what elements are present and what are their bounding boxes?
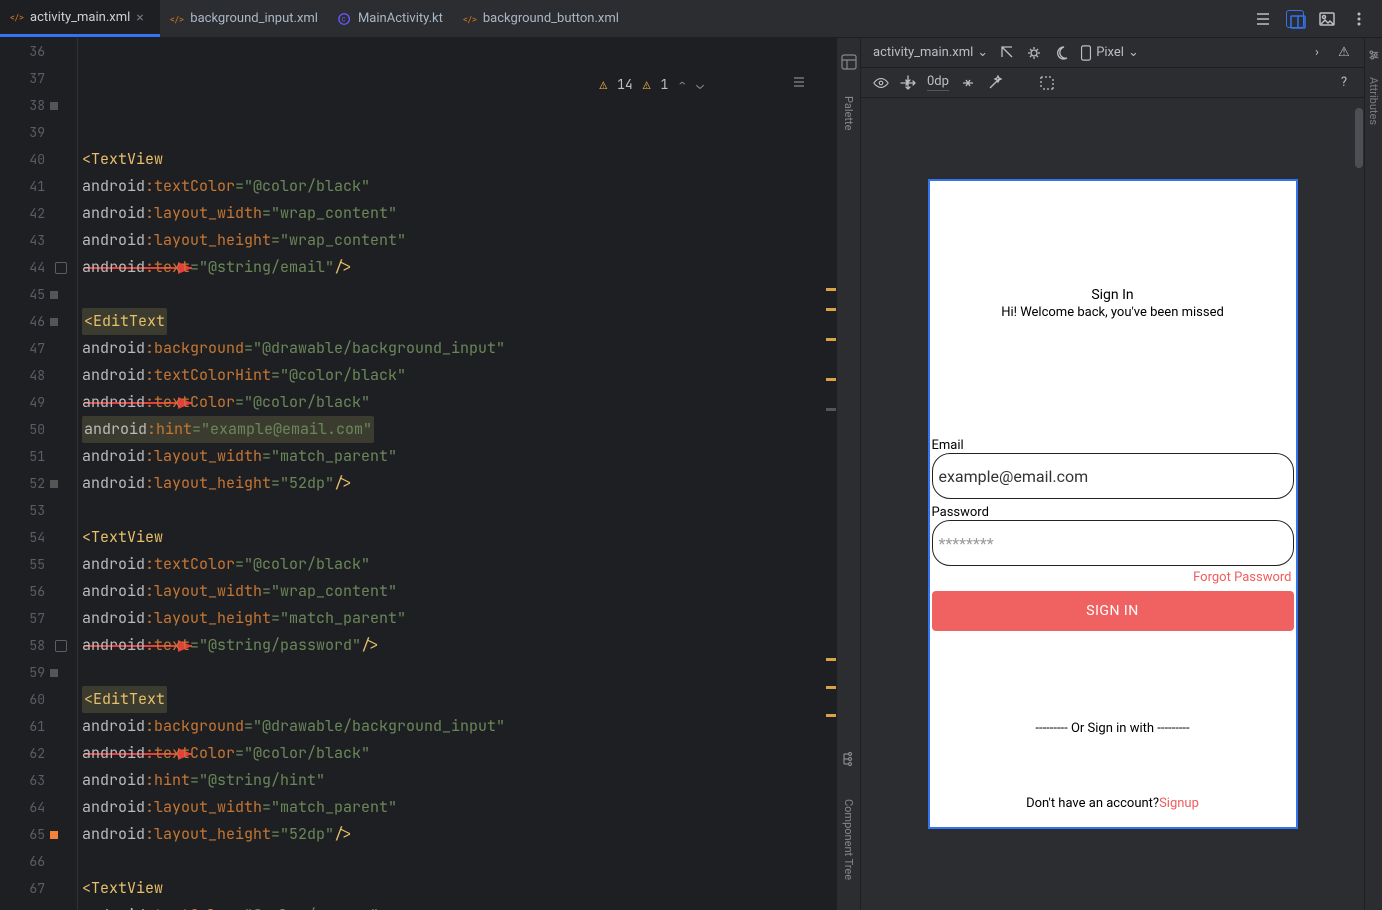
prev-highlight-icon[interactable]: ⌃ — [678, 71, 686, 98]
device-dropdown[interactable]: Pixel ⌄ — [1080, 45, 1139, 61]
warning-icon: ⚠ — [599, 71, 607, 98]
tab-label: activity_main.xml — [30, 10, 130, 25]
editor-code-area[interactable]: ⚠14 ⚠1 ⌃ ⌄ <TextView android:textColor="… — [78, 38, 826, 910]
tab-activity-main[interactable]: </> activity_main.xml × — [0, 0, 160, 37]
settings-icon[interactable] — [1367, 48, 1381, 65]
editor-tabs-bar: </> activity_main.xml × </> background_i… — [0, 0, 1382, 38]
tab-label: MainActivity.kt — [358, 11, 443, 26]
design-view-icon[interactable] — [1318, 10, 1336, 28]
night-mode-icon[interactable] — [1053, 45, 1069, 61]
warning-count: 14 — [617, 71, 633, 98]
preview-toolbar-top: activity_main.xml ⌄ Pixel ⌄ › ⚠ — [861, 38, 1364, 68]
code-view-icon[interactable] — [1254, 10, 1272, 28]
margin-value: 0dp — [927, 74, 949, 89]
xml-file-icon: </> — [10, 10, 24, 24]
chevron-down-icon: ⌄ — [1128, 45, 1139, 60]
tab-background-input[interactable]: </> background_input.xml — [160, 0, 328, 37]
tab-main-activity[interactable]: c MainActivity.kt — [328, 0, 453, 37]
split-view-icon[interactable] — [1286, 10, 1304, 28]
no-account-label: Don't have an account? — [1026, 796, 1159, 811]
signin-title: Sign In — [932, 287, 1294, 303]
error-stripe[interactable] — [826, 38, 836, 910]
pan-icon[interactable] — [900, 75, 916, 91]
guidelines-icon[interactable] — [1039, 75, 1055, 91]
inspection-widget[interactable]: ⚠ 14 ⚠ 1 ⌃ ⌄ — [599, 44, 806, 125]
svg-text:</>: </> — [10, 13, 24, 24]
signup-link[interactable]: Signup — [1159, 796, 1199, 811]
component-tree-tab-label[interactable]: Component Tree — [842, 799, 855, 880]
palette-tab-label[interactable]: Palette — [842, 96, 855, 130]
clear-constraints-icon[interactable] — [960, 75, 976, 91]
svg-text:</>: </> — [170, 14, 184, 25]
orientation-icon[interactable] — [999, 45, 1015, 61]
magic-wand-icon[interactable] — [987, 75, 1003, 91]
lines-icon[interactable] — [714, 44, 806, 125]
attributes-panel: Attributes — [1364, 38, 1382, 910]
password-placeholder: ******** — [939, 534, 994, 553]
svg-text:</>: </> — [463, 14, 477, 25]
file-dropdown[interactable]: activity_main.xml ⌄ — [873, 45, 988, 60]
device-icon — [1080, 45, 1092, 61]
component-tree-icon[interactable] — [841, 751, 857, 771]
password-field[interactable]: ******** — [932, 520, 1294, 566]
tab-label: background_button.xml — [483, 11, 619, 26]
svg-text:c: c — [341, 14, 345, 23]
code-editor[interactable]: 3637383940414243444546474849505152535455… — [0, 38, 836, 910]
close-icon[interactable]: × — [136, 10, 150, 24]
scrollbar-thumb[interactable] — [1355, 108, 1363, 168]
default-margin[interactable]: 0dp — [927, 74, 949, 91]
view-options-icon[interactable] — [873, 75, 889, 91]
next-highlight-icon[interactable]: ⌄ — [696, 71, 704, 98]
layout-preview-pane: activity_main.xml ⌄ Pixel ⌄ › ⚠ — [860, 38, 1364, 910]
signin-button[interactable]: SIGN IN — [932, 591, 1294, 631]
chevron-down-icon: ⌄ — [977, 45, 988, 60]
more-menu-icon[interactable] — [1350, 10, 1368, 28]
email-field[interactable]: example@email.com — [932, 453, 1294, 499]
preview-scrollbar[interactable] — [1354, 98, 1364, 910]
next-icon[interactable]: › — [1309, 45, 1325, 61]
preview-canvas[interactable]: Sign In Hi! Welcome back, you've been mi… — [861, 98, 1364, 910]
preview-toolbar-bottom: 0dp ? — [861, 68, 1364, 98]
xml-file-icon: </> — [463, 12, 477, 26]
tab-label: background_input.xml — [190, 11, 318, 26]
no-account-text: Don't have an account?Signup — [932, 796, 1294, 811]
password-label: Password — [932, 505, 1294, 520]
attributes-tab-label[interactable]: Attributes — [1367, 77, 1380, 125]
kotlin-file-icon: c — [338, 12, 352, 26]
theme-icon[interactable] — [1026, 45, 1042, 61]
device-dropdown-label: Pixel — [1096, 45, 1124, 60]
palette-panel: Palette Component Tree — [836, 38, 860, 910]
tab-background-button[interactable]: </> background_button.xml — [453, 0, 629, 37]
signin-subtitle: Hi! Welcome back, you've been missed — [932, 305, 1294, 320]
warning-icon[interactable]: ⚠ — [1336, 45, 1352, 61]
editor-view-switcher — [1254, 10, 1382, 28]
help-icon[interactable]: ? — [1336, 75, 1352, 91]
file-dropdown-label: activity_main.xml — [873, 45, 973, 60]
warning-count-minor: 1 — [661, 71, 669, 98]
warning-icon: ⚠ — [643, 71, 651, 98]
email-placeholder: example@email.com — [939, 467, 1089, 486]
or-divider: --------- Or Sign in with --------- — [932, 721, 1294, 736]
editor-gutter: 3637383940414243444546474849505152535455… — [0, 38, 78, 910]
palette-icon[interactable] — [841, 54, 857, 74]
device-frame[interactable]: Sign In Hi! Welcome back, you've been mi… — [928, 179, 1298, 829]
email-label: Email — [932, 438, 1294, 453]
xml-file-icon: </> — [170, 12, 184, 26]
forgot-password-link[interactable]: Forgot Password — [932, 570, 1294, 585]
